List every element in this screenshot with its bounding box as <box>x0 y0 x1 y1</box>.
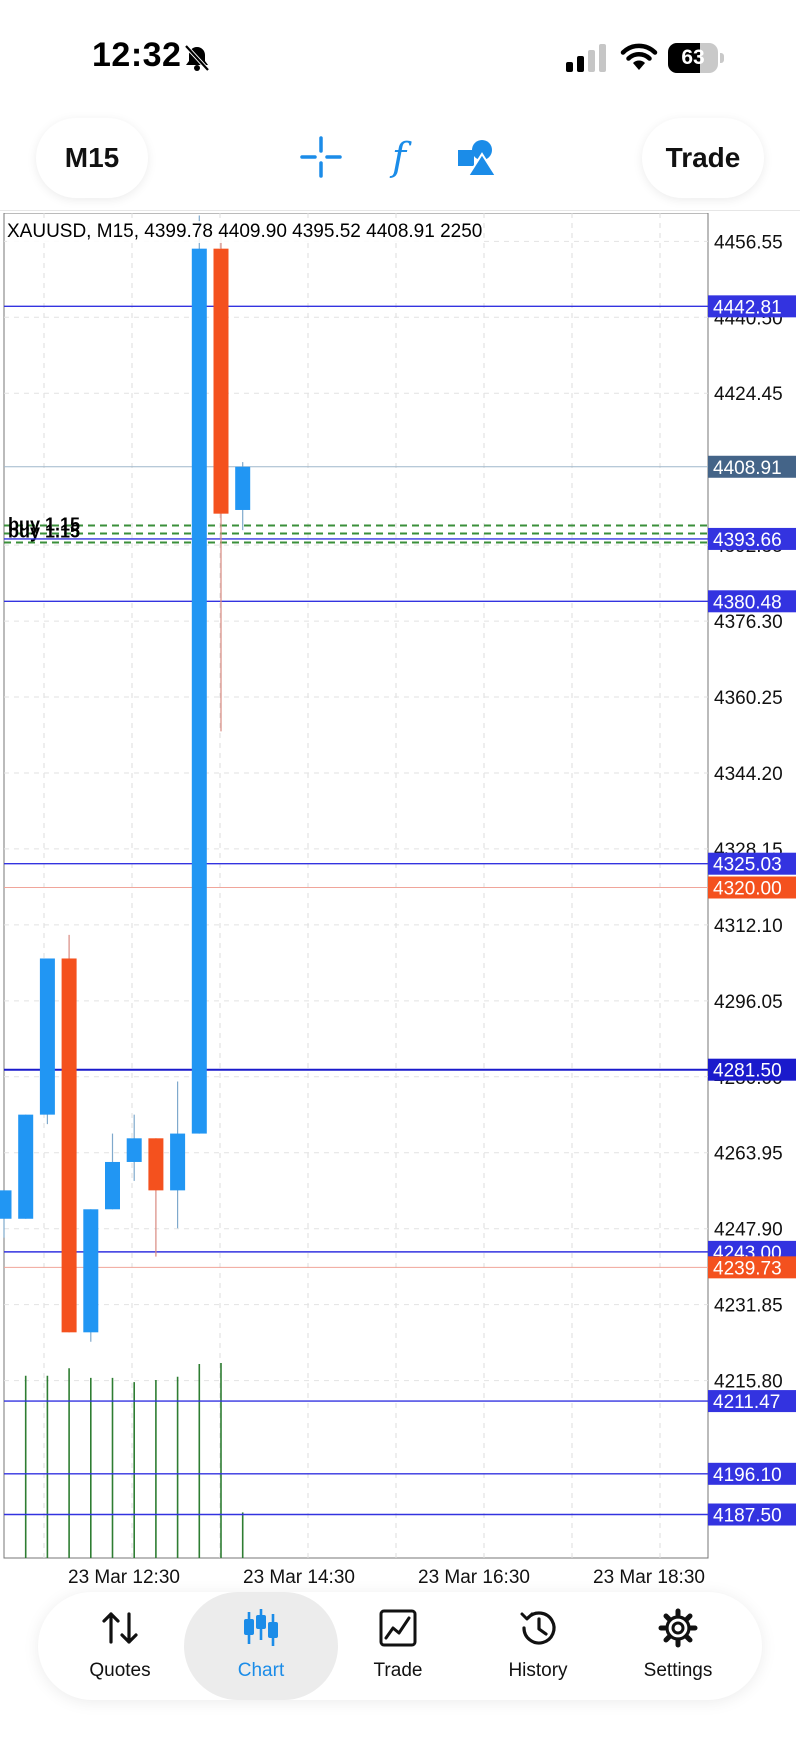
price-level-label: 4325.03 <box>713 855 782 876</box>
candle-body <box>170 1133 186 1191</box>
status-bar: 12:32 63 <box>0 0 800 110</box>
y-tick-label: 4456.55 <box>714 232 783 253</box>
x-tick-label: 23 Mar 12:30 <box>68 1567 180 1585</box>
price-level-label: 4380.48 <box>713 592 782 613</box>
nav-chart[interactable]: Chart <box>184 1592 338 1700</box>
candle-body <box>235 466 251 510</box>
timeframe-button[interactable]: M15 <box>36 118 148 198</box>
battery-percent: 63 <box>681 46 705 69</box>
y-tick-label: 4376.30 <box>714 612 783 633</box>
y-tick-label: 4360.25 <box>714 688 783 709</box>
candle-body <box>148 1138 164 1191</box>
price-level-label: 4320.00 <box>713 879 782 900</box>
nav-history-label: History <box>508 1660 568 1681</box>
wifi-icon <box>620 43 658 70</box>
history-clock-icon <box>520 1611 556 1645</box>
x-tick-label: 23 Mar 14:30 <box>243 1567 355 1585</box>
svg-text:f: f <box>389 135 412 179</box>
price-chart[interactable]: 4456.554440.504424.454392.354376.304360.… <box>0 213 800 1585</box>
nav-settings-label: Settings <box>643 1660 713 1681</box>
candle-body <box>61 958 77 1333</box>
chart-header: XAUUSD, M15, 4399.78 4409.90 4395.52 440… <box>7 221 483 243</box>
price-level-label: 4211.47 <box>713 1392 780 1413</box>
price-level-label: 4187.50 <box>713 1506 782 1527</box>
bell-muted-icon <box>184 44 210 72</box>
price-level-label: 4196.10 <box>713 1465 782 1486</box>
y-tick-label: 4424.45 <box>714 384 783 405</box>
bottom-navigation: Quotes Chart Trade History Settings <box>38 1592 762 1700</box>
indicators-icon[interactable]: f <box>374 132 424 182</box>
y-tick-label: 4231.85 <box>714 1296 783 1317</box>
y-tick-label: 4344.20 <box>714 764 783 785</box>
nav-settings[interactable]: Settings <box>608 1592 748 1700</box>
candle-body <box>213 248 229 514</box>
y-tick-label: 4247.90 <box>714 1220 783 1241</box>
cellular-signal-icon <box>566 44 606 72</box>
settings-gear-icon <box>658 1608 698 1648</box>
nav-quotes[interactable]: Quotes <box>50 1592 190 1700</box>
nav-history[interactable]: History <box>468 1592 608 1700</box>
candle-body <box>39 958 55 1115</box>
trade-chart-icon <box>379 1609 417 1647</box>
candle-body <box>191 248 207 1134</box>
chart-toolbar: M15 f Trade <box>0 110 800 210</box>
quotes-icon <box>102 1612 138 1644</box>
chart-canvas[interactable]: 4456.554440.504424.454392.354376.304360.… <box>0 213 800 1585</box>
x-tick-label: 23 Mar 18:30 <box>593 1567 705 1585</box>
y-tick-label: 4215.80 <box>714 1372 783 1393</box>
price-level-label: 4408.91 <box>713 458 782 479</box>
y-tick-label: 4296.05 <box>714 992 783 1013</box>
nav-trade-label: Trade <box>373 1660 423 1681</box>
candlestick-chart-icon <box>244 1609 278 1646</box>
trade-button[interactable]: Trade <box>642 118 764 198</box>
price-level-label: 4281.50 <box>713 1061 782 1082</box>
candle-body <box>18 1114 34 1219</box>
status-time: 12:32 <box>92 36 182 74</box>
price-level-label: 4239.73 <box>713 1258 782 1279</box>
nav-trade[interactable]: Trade <box>328 1592 468 1700</box>
candle-body <box>126 1138 142 1162</box>
battery-indicator: 63 <box>668 43 724 73</box>
x-tick-label: 23 Mar 16:30 <box>418 1567 530 1585</box>
candle-body <box>83 1209 99 1333</box>
nav-chart-label: Chart <box>237 1660 285 1681</box>
nav-quotes-label: Quotes <box>89 1660 151 1681</box>
candle-body <box>105 1161 120 1210</box>
plot-area <box>3 213 709 1559</box>
y-tick-label: 4263.95 <box>714 1144 783 1165</box>
price-level-label: 4393.66 <box>713 530 782 551</box>
toolbar-divider <box>0 210 800 211</box>
candle-body <box>0 1190 12 1219</box>
price-level-label: 4442.81 <box>713 297 782 318</box>
crosshair-icon[interactable] <box>296 132 346 182</box>
y-tick-label: 4312.10 <box>714 916 783 937</box>
objects-icon[interactable] <box>452 132 502 182</box>
